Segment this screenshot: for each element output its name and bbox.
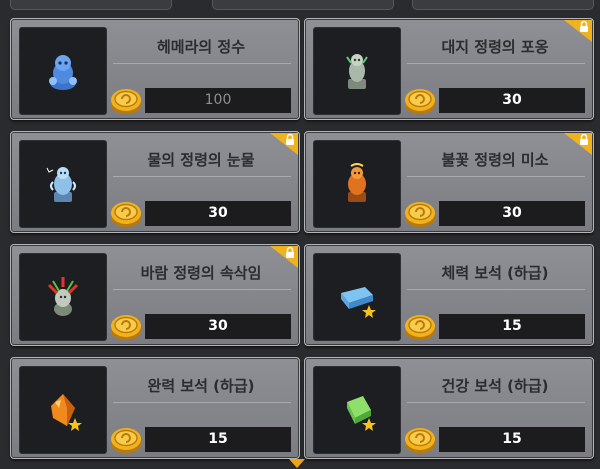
item-thumbnail <box>19 140 107 228</box>
title-divider <box>113 289 291 290</box>
coin-icon <box>111 428 141 453</box>
item-name: 완력 보석 (하급) <box>147 377 255 395</box>
fire-spirit-statue-icon <box>348 163 366 202</box>
item-thumbnail <box>19 27 107 115</box>
green-gem-icon <box>347 396 376 431</box>
item-name: 헤메라의 정수 <box>156 38 246 56</box>
price-value: 15 <box>439 427 585 452</box>
price-value: 30 <box>439 201 585 226</box>
blue-hooded-figure-icon <box>49 55 77 90</box>
scroll-down-arrow-icon[interactable] <box>289 459 305 468</box>
shop-item-card[interactable]: 물의 정령의 눈물 30 <box>10 131 300 233</box>
shop-item-card[interactable]: 대지 정령의 포옹 30 <box>304 18 594 120</box>
title-divider <box>407 176 585 177</box>
price-value: 15 <box>145 427 291 452</box>
orange-gem-icon <box>51 394 82 431</box>
item-name: 바람 정령의 속삭임 <box>140 264 262 282</box>
coin-icon <box>405 428 435 453</box>
price-value: 100 <box>145 88 291 113</box>
shop-item-card[interactable]: 체력 보석 (하급) 15 <box>304 244 594 346</box>
shop-item-card[interactable]: 헤메라의 정수 100 <box>10 18 300 120</box>
coin-icon <box>405 202 435 227</box>
item-name: 물의 정령의 눈물 <box>147 151 255 169</box>
earth-spirit-statue-icon <box>346 54 368 89</box>
item-thumbnail <box>19 253 107 341</box>
coin-icon <box>111 89 141 114</box>
coin-icon <box>405 89 435 114</box>
water-spirit-statue-icon <box>46 167 76 202</box>
item-thumbnail <box>19 366 107 454</box>
item-thumbnail <box>313 27 401 115</box>
title-divider <box>407 289 585 290</box>
price-value: 30 <box>145 201 291 226</box>
shop-item-card[interactable]: 건강 보석 (하급) 15 <box>304 357 594 459</box>
item-name: 대지 정령의 포옹 <box>441 38 549 56</box>
item-name: 불꽃 정령의 미소 <box>441 151 549 169</box>
coin-icon <box>405 315 435 340</box>
title-divider <box>113 402 291 403</box>
blue-gem-icon <box>341 287 376 318</box>
item-thumbnail <box>313 140 401 228</box>
title-divider <box>407 63 585 64</box>
shop-item-grid: 헤메라의 정수 100 대지 정령의 포옹 30 물의 정령의 눈물 30 불꽃… <box>0 0 600 469</box>
coin-icon <box>111 202 141 227</box>
price-value: 30 <box>439 88 585 113</box>
title-divider <box>113 176 291 177</box>
wind-spirit-statue-icon <box>47 277 79 316</box>
item-name: 건강 보석 (하급) <box>441 377 549 395</box>
title-divider <box>113 63 291 64</box>
shop-item-card[interactable]: 바람 정령의 속삭임 30 <box>10 244 300 346</box>
item-name: 체력 보석 (하급) <box>441 264 549 282</box>
price-value: 30 <box>145 314 291 339</box>
title-divider <box>407 402 585 403</box>
price-value: 15 <box>439 314 585 339</box>
shop-item-card[interactable]: 불꽃 정령의 미소 30 <box>304 131 594 233</box>
coin-icon <box>111 315 141 340</box>
item-thumbnail <box>313 253 401 341</box>
item-thumbnail <box>313 366 401 454</box>
shop-item-card[interactable]: 완력 보석 (하급) 15 <box>10 357 300 459</box>
